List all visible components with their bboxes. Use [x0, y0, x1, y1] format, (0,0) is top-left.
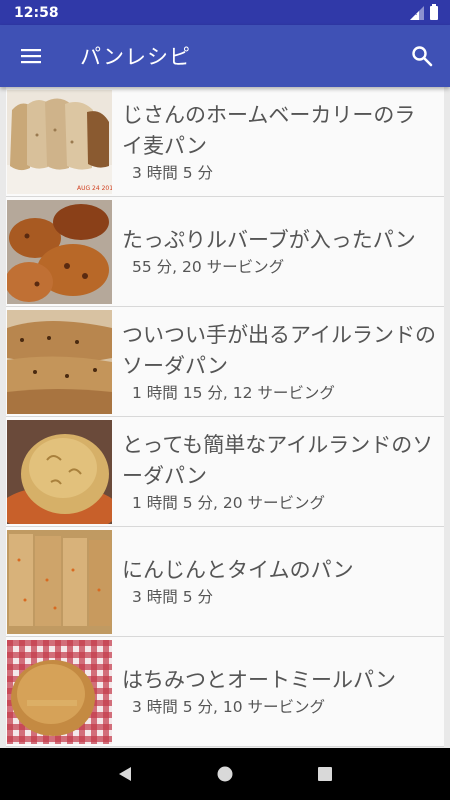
recipe-thumbnail: [7, 639, 112, 744]
battery-icon: [430, 3, 438, 20]
recents-icon: [318, 767, 332, 781]
recipe-item-carrot-thyme-bread[interactable]: にんじんとタイムのパン 3 時間 5 分: [6, 527, 444, 637]
recipe-meta: 1 時間 15 分, 12 サービング: [132, 383, 335, 402]
back-button[interactable]: [105, 754, 145, 794]
signal-icon: x: [410, 5, 424, 20]
recipe-thumbnail: [7, 419, 112, 524]
status-icons: x: [410, 3, 438, 20]
svg-text:AUG 24 2013: AUG 24 2013: [77, 185, 112, 192]
recipe-title: じさんのホームベーカリーのライ麦パン: [122, 102, 416, 158]
search-icon: [412, 46, 433, 67]
menu-icon: [21, 49, 41, 64]
recipe-item-rye-bread[interactable]: AUG 24 2013 じさんのホームベーカリーのライ麦パン 3 時間 5 分: [6, 87, 444, 197]
recipe-list[interactable]: AUG 24 2013 じさんのホームベーカリーのライ麦パン 3 時間 5 分 …: [6, 87, 444, 748]
recipe-meta: 3 時間 5 分: [132, 588, 214, 606]
recipe-thumbnail: AUG 24 2013: [7, 89, 112, 194]
recipe-item-easy-soda-bread[interactable]: とっても簡単なアイルランドのソーダパン 1 時間 5 分, 20 サービング: [6, 417, 444, 527]
recipe-meta: 1 時間 5 分, 20 サービング: [132, 493, 326, 512]
recipe-thumbnail: [7, 529, 112, 634]
recipe-title: はちみつとオートミールパン: [122, 668, 397, 692]
recipe-item-honey-oat-bread[interactable]: はちみつとオートミールパン 3 時間 5 分, 10 サービング: [6, 637, 444, 747]
app-title: パンレシピ: [80, 45, 192, 69]
recipe-thumbnail: [7, 199, 112, 304]
recipe-title: ついつい手が出るアイルランドのソーダパン: [122, 322, 436, 378]
recipe-thumbnail: [7, 309, 112, 414]
recipe-meta: 55 分, 20 サービング: [132, 258, 285, 276]
status-time: 12:58: [14, 4, 59, 21]
recipe-item-irish-soda-bread[interactable]: ついつい手が出るアイルランドのソーダパン 1 時間 15 分, 12 サービング: [6, 307, 444, 417]
status-bar: 12:58 x: [0, 0, 450, 25]
recipe-meta: 3 時間 5 分: [132, 163, 214, 182]
recipe-title: にんじんとタイムのパン: [122, 558, 354, 582]
recipe-item-rhubarb-bread[interactable]: たっぷりルバーブが入ったパン 55 分, 20 サービング: [6, 197, 444, 307]
svg-text:x: x: [413, 9, 417, 17]
app-bar: パンレシピ: [0, 25, 450, 87]
home-button[interactable]: [205, 754, 245, 794]
recents-button[interactable]: [305, 754, 345, 794]
home-icon: [217, 766, 233, 782]
menu-button[interactable]: [0, 25, 62, 87]
search-button[interactable]: [394, 25, 450, 87]
recipe-meta: 3 時間 5 分, 10 サービング: [132, 698, 326, 716]
navigation-bar: [0, 748, 450, 800]
back-icon: [119, 767, 131, 781]
recipe-title: たっぷりルバーブが入ったパン: [122, 228, 416, 252]
recipe-title: とっても簡単なアイルランドのソーダパン: [122, 432, 434, 488]
